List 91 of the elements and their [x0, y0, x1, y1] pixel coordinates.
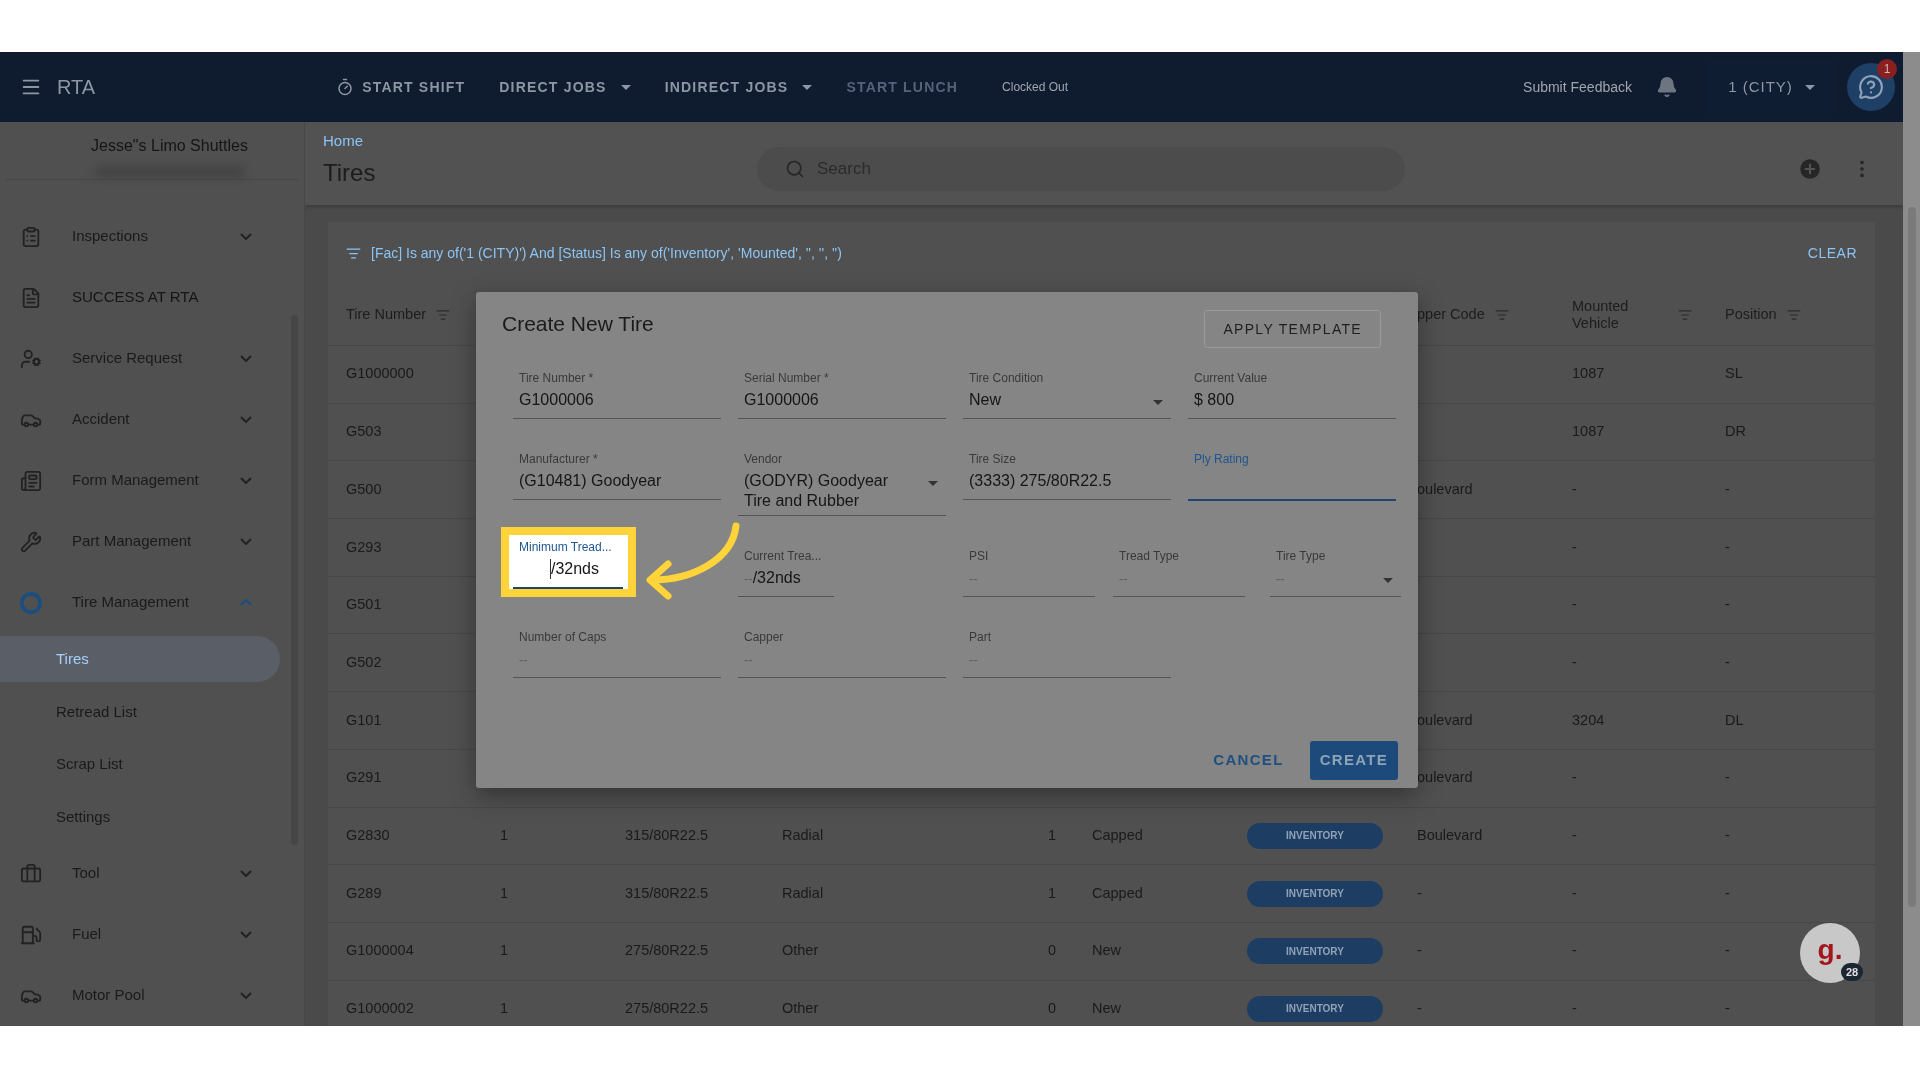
input-field[interactable]: Serial Number * G1000006	[738, 370, 946, 419]
table-cell-text: -	[1725, 652, 1730, 672]
chevron-down-icon	[240, 538, 252, 545]
nav-button[interactable]: INDIRECT JOBS	[658, 76, 819, 98]
ring-icon	[20, 591, 42, 614]
dropdown-caret-icon	[1383, 578, 1393, 583]
chevron-down-icon	[240, 416, 252, 423]
column-filter-icon[interactable]	[1494, 307, 1509, 322]
document-icon	[20, 286, 42, 309]
app-name: RTA	[57, 75, 96, 100]
table-cell-text: -	[1725, 768, 1730, 788]
table-cell-text: -	[1725, 479, 1730, 499]
input-field[interactable]: Number of Caps --	[513, 629, 721, 678]
table-cell-text: -	[1417, 999, 1422, 1019]
company-name: Jesse"s Limo Shuttles	[90, 136, 248, 156]
stopwatch-icon	[336, 78, 355, 96]
table-cell-text: -	[1725, 941, 1730, 961]
chevron-down-icon	[240, 931, 252, 938]
input-field[interactable]: PSI --	[963, 548, 1095, 597]
fuel-pump-icon	[20, 923, 42, 946]
column-filter-icon[interactable]	[1786, 307, 1801, 322]
create-button[interactable]: CREATE	[1309, 741, 1398, 780]
chevron-down-icon	[240, 355, 252, 362]
chevron-down-icon	[240, 477, 252, 484]
help-chat-icon	[1858, 74, 1884, 100]
caret-icon	[802, 84, 813, 90]
sidebar-subitem[interactable]: Tires	[0, 636, 280, 683]
apply-template-button[interactable]: APPLY TEMPLATE	[1204, 310, 1381, 348]
dropdown-caret-icon	[1153, 400, 1163, 405]
dialog-title: Create New Tire	[502, 311, 654, 337]
clock-status: Clocked Out	[1002, 79, 1069, 96]
table-cell-text: -	[1572, 883, 1577, 903]
dropdown-caret-icon	[928, 481, 938, 486]
tools-icon	[20, 530, 42, 553]
input-field[interactable]: Tire Size (3333) 275/80R22.5	[963, 451, 1171, 500]
table-cell-text: -	[1725, 999, 1730, 1019]
nav-button[interactable]: START SHIFT	[330, 76, 472, 98]
select-field[interactable]: Tire Type --	[1270, 548, 1401, 597]
filter-summary: [Fac] Is any of('1 (CITY)') And [Status] Is any of('Inventory', 'Mounted', '', '', '')	[371, 243, 842, 263]
input-field[interactable]: Manufacturer * (G10481) Goodyear	[513, 451, 721, 500]
chevron-down-icon	[240, 992, 252, 999]
table-cell-text: -	[1417, 941, 1422, 961]
input-field[interactable]: Current Value $ 800	[1188, 370, 1396, 419]
table-cell-text: -	[1725, 595, 1730, 615]
input-field[interactable]: Part --	[963, 629, 1171, 678]
status-badge: INVENTORY	[1247, 995, 1383, 1022]
table-cell-text: -	[1572, 768, 1577, 788]
table-cell-text: -	[1572, 595, 1577, 615]
table-cell-text: -	[1572, 941, 1577, 961]
input-field[interactable]: Tread Type --	[1113, 548, 1245, 597]
status-badge: INVENTORY	[1247, 822, 1383, 849]
table-cell-text: -	[1572, 537, 1577, 557]
breadcrumb-link[interactable]: Home	[323, 130, 757, 153]
select-field[interactable]: Tire Condition New	[963, 370, 1171, 419]
filter-icon[interactable]	[346, 245, 361, 261]
chevron-up-icon	[240, 599, 252, 606]
feedback-link[interactable]: Submit Feedback	[1523, 76, 1632, 98]
select-field[interactable]: Vendor (GODYR) Goodyear Tire and Rubber	[738, 451, 946, 516]
column-filter-icon[interactable]	[1678, 307, 1692, 322]
table-cell-text: -	[1572, 825, 1577, 845]
column-filter-icon[interactable]	[436, 307, 451, 322]
caret-icon	[1804, 84, 1815, 90]
clipboard-icon	[20, 225, 42, 248]
input-field[interactable]: Capper --	[738, 629, 946, 678]
chevron-down-icon	[240, 870, 252, 877]
notification-bell-icon[interactable]	[1656, 76, 1678, 98]
status-badge: INVENTORY	[1247, 938, 1383, 965]
form-icon	[20, 469, 42, 492]
nav-button[interactable]: DIRECT JOBS	[493, 76, 637, 98]
sidebar-item[interactable]: SUCCESS AT RTA	[0, 267, 304, 328]
person-wrench-icon	[20, 347, 42, 370]
table-cell-text: -	[1572, 479, 1577, 499]
notification-badge: 1	[1877, 59, 1897, 79]
count-badge: 28	[1841, 963, 1864, 981]
table-cell-text: -	[1725, 883, 1730, 903]
toolbox-icon	[20, 862, 42, 885]
input-field[interactable]: Current Trea... --/32nds	[738, 548, 834, 597]
input-field[interactable]: Tire Number * G1000006	[513, 370, 721, 419]
chevron-down-icon	[240, 233, 252, 240]
clear-filter-link[interactable]: CLEAR	[1807, 242, 1857, 264]
input-field[interactable]: Ply Rating	[1188, 451, 1396, 501]
cancel-button[interactable]: CANCEL	[1205, 741, 1292, 780]
table-cell-text: -	[1572, 652, 1577, 672]
table-cell-text: -	[1572, 999, 1577, 1019]
table-cell-text: -	[1725, 537, 1730, 557]
input-field[interactable]: Minimum Tread... /32nds	[513, 539, 623, 589]
table-cell-text: -	[1417, 883, 1422, 903]
search-icon	[785, 158, 805, 179]
status-badge: INVENTORY	[1247, 880, 1383, 907]
caret-icon	[620, 84, 631, 90]
table-cell-text: -	[1725, 825, 1730, 845]
